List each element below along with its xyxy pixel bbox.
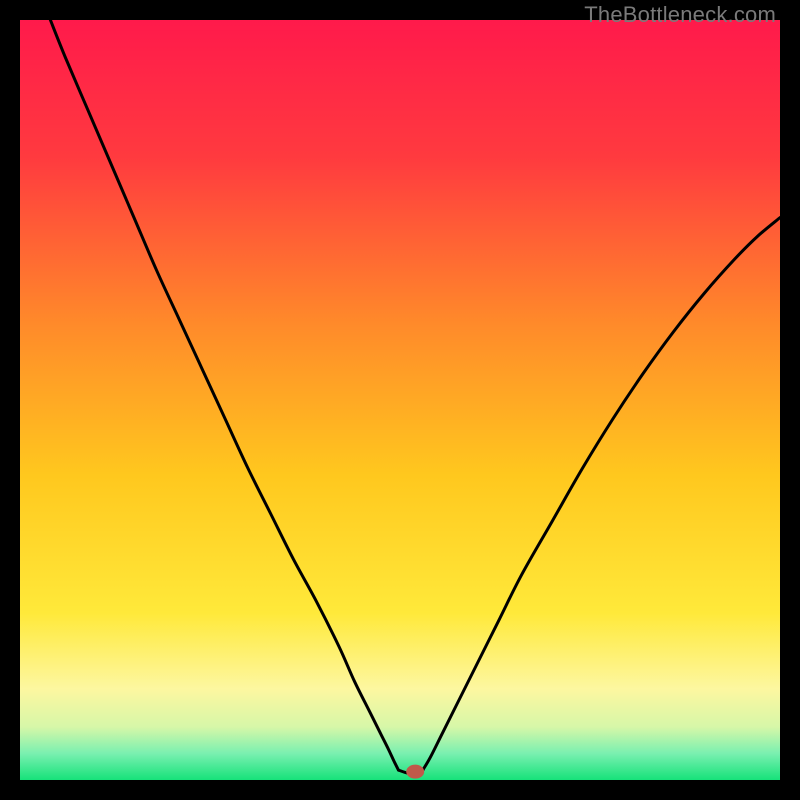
bottleneck-chart xyxy=(20,20,780,780)
chart-background xyxy=(20,20,780,780)
chart-frame xyxy=(20,20,780,780)
watermark-text: TheBottleneck.com xyxy=(584,2,776,28)
optimum-marker xyxy=(406,765,424,779)
